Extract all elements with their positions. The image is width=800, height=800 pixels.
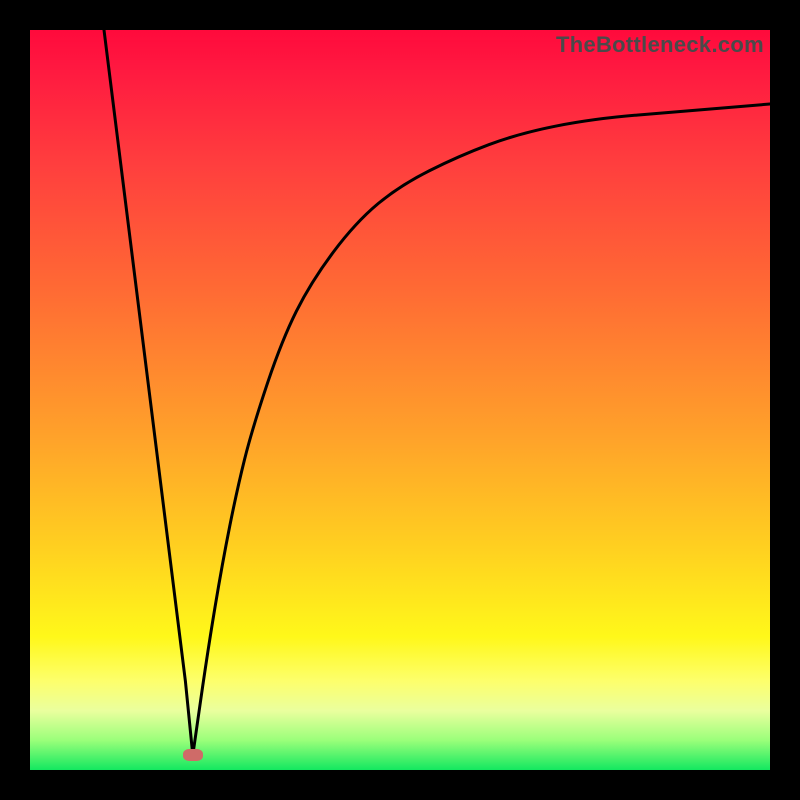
bottleneck-curve xyxy=(30,30,770,770)
curve-path xyxy=(104,30,770,755)
chart-frame: TheBottleneck.com xyxy=(0,0,800,800)
minimum-marker xyxy=(183,749,203,761)
plot-area: TheBottleneck.com xyxy=(30,30,770,770)
